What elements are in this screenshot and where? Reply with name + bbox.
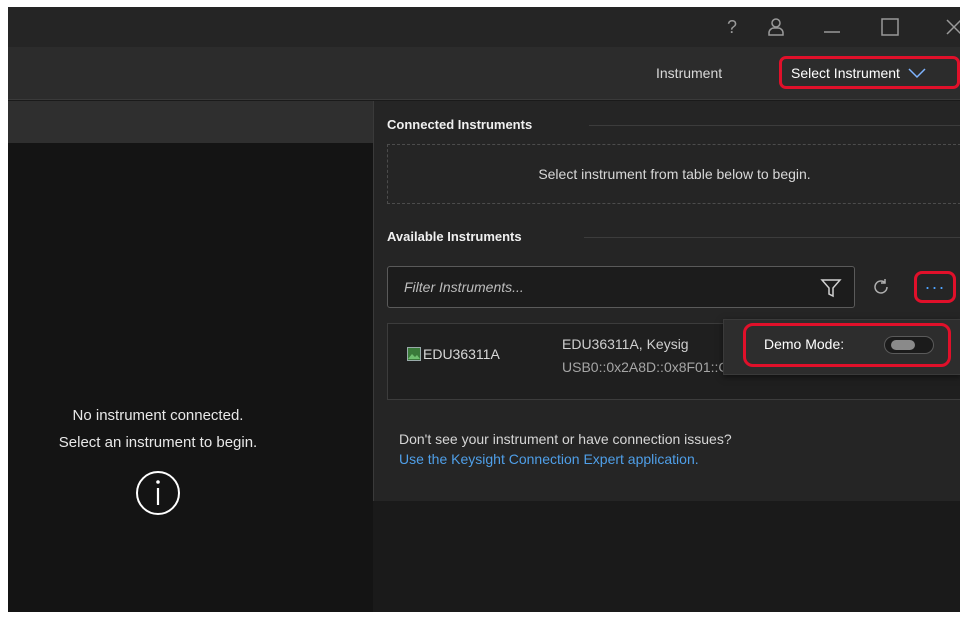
connected-empty-text: Select instrument from table below to be… bbox=[538, 166, 811, 182]
instrument-name: EDU36311A, Keysig bbox=[562, 336, 689, 352]
maximize-icon[interactable] bbox=[878, 15, 902, 39]
instrument-image: EDU36311A bbox=[407, 346, 500, 362]
demo-mode-toggle[interactable] bbox=[884, 336, 934, 354]
demo-mode-label: Demo Mode: bbox=[764, 336, 845, 352]
connection-expert-link[interactable]: Use the Keysight Connection Expert appli… bbox=[399, 451, 699, 467]
section-divider bbox=[584, 237, 960, 238]
toolbar: Instrument Select Instrument bbox=[8, 47, 960, 100]
left-panel-header bbox=[8, 101, 373, 143]
more-options-button[interactable]: ··· bbox=[914, 271, 956, 303]
empty-state-line-1: No instrument connected. bbox=[72, 407, 244, 424]
connected-instruments-empty: Select instrument from table below to be… bbox=[387, 144, 960, 204]
connection-help-text: Don't see your instrument or have connec… bbox=[399, 431, 732, 447]
available-instruments-title: Available Instruments bbox=[387, 229, 522, 244]
help-icon[interactable]: ? bbox=[720, 15, 744, 39]
empty-state-line-2: Select an instrument to begin. bbox=[58, 434, 258, 451]
demo-mode-popup: Demo Mode: bbox=[723, 319, 960, 375]
section-divider bbox=[589, 125, 960, 126]
instrument-image-alt: EDU36311A bbox=[423, 346, 500, 362]
close-icon[interactable] bbox=[942, 15, 960, 39]
instrument-tab[interactable]: Instrument bbox=[656, 65, 722, 81]
broken-image-icon bbox=[407, 347, 421, 361]
toggle-knob bbox=[891, 340, 915, 350]
filter-icon[interactable] bbox=[820, 277, 842, 299]
left-panel: No instrument connected. Select an instr… bbox=[8, 143, 373, 612]
help-glyph: ? bbox=[726, 16, 737, 37]
select-instrument-label: Select Instrument bbox=[791, 64, 900, 81]
refresh-icon[interactable] bbox=[871, 277, 891, 297]
title-bar: ? bbox=[8, 7, 960, 47]
filter-instruments-field[interactable]: Filter Instruments... bbox=[387, 266, 855, 308]
info-icon bbox=[136, 471, 180, 515]
account-icon[interactable] bbox=[764, 15, 788, 39]
filter-instruments-input[interactable]: Filter Instruments... bbox=[404, 279, 524, 295]
instrument-dropdown-panel: Connected Instruments Select instrument … bbox=[373, 101, 960, 501]
chevron-down-icon bbox=[908, 67, 926, 79]
more-icon: ··· bbox=[924, 277, 946, 297]
select-instrument-button[interactable]: Select Instrument bbox=[779, 56, 960, 89]
connected-instruments-title: Connected Instruments bbox=[387, 117, 533, 132]
minimize-icon[interactable] bbox=[820, 15, 844, 39]
app-window: ? Instrument Select Instrument No instru… bbox=[8, 7, 960, 612]
